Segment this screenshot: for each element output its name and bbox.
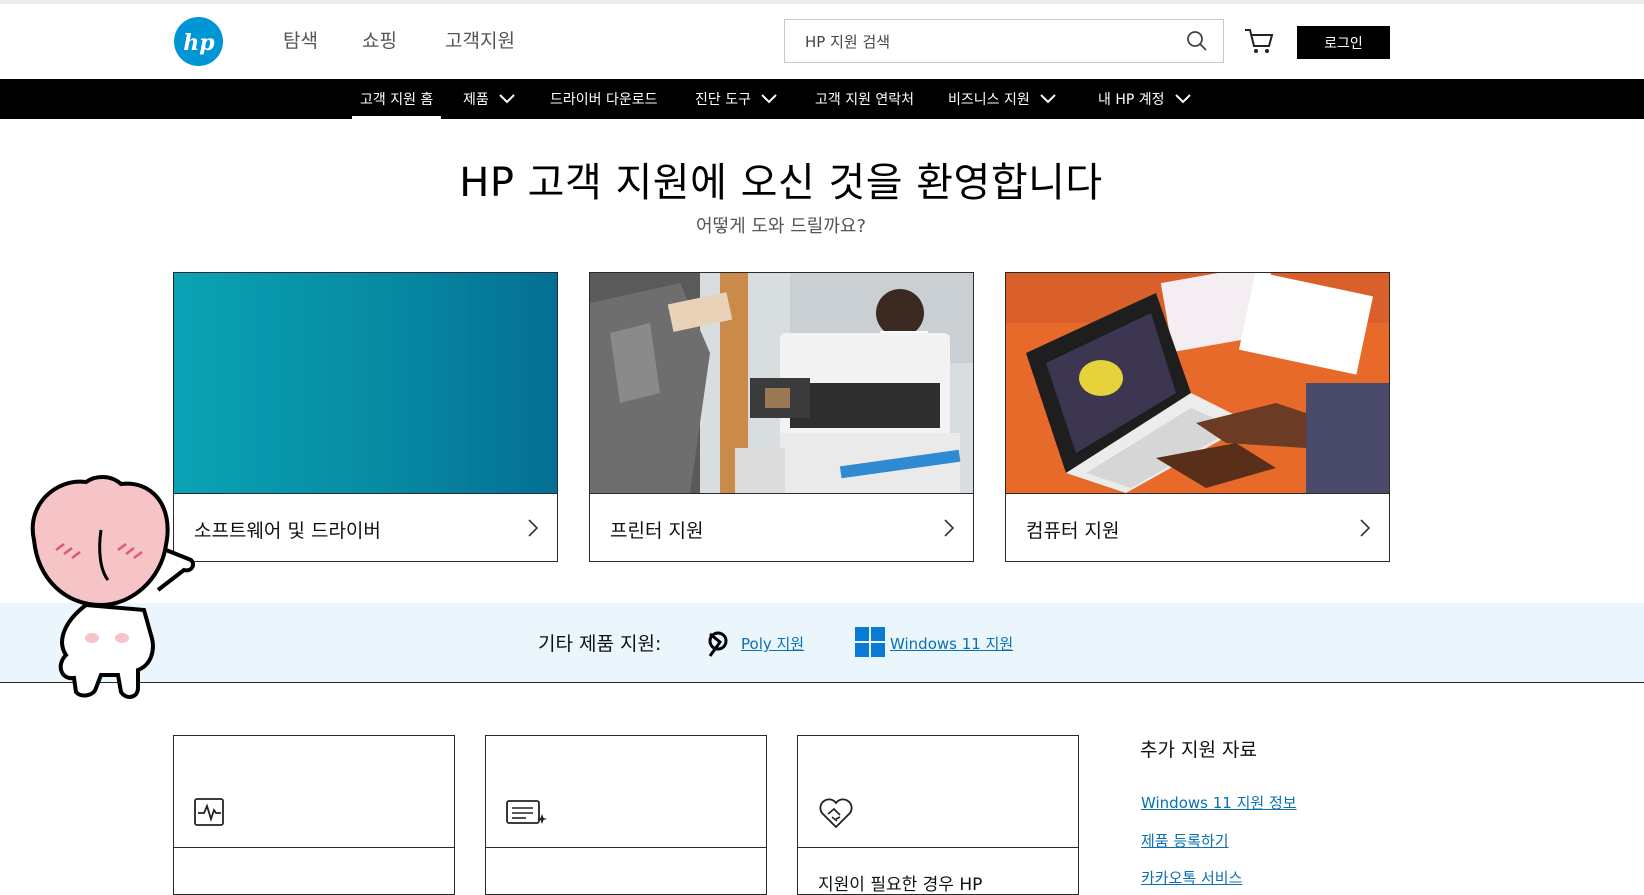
windows11-info-link[interactable]: Windows 11 지원 정보 (1141, 792, 1297, 813)
hp-logo[interactable]: hp (174, 17, 223, 66)
windows-icon (855, 627, 885, 661)
poly-icon (706, 628, 734, 662)
subnav-support-home[interactable]: 고객 지원 홈 (352, 79, 442, 119)
chevron-down-icon (1040, 94, 1056, 104)
heart-handshake-icon (818, 798, 854, 834)
cart-icon[interactable] (1243, 26, 1275, 60)
search-icon[interactable] (1185, 29, 1209, 57)
card-label: 소프트웨어 및 드라이버 (194, 520, 381, 542)
page-title: HP 고객 지원에 오신 것을 환영합니다 (459, 160, 1103, 206)
product-registration-link[interactable]: 제품 등록하기 (1141, 830, 1229, 851)
additional-resources-title: 추가 지원 자료 (1140, 739, 1257, 761)
svg-text:hp: hp (183, 30, 215, 56)
subnav-my-account[interactable]: 내 HP 계정 (1098, 79, 1191, 119)
card-footer: 프린터 지원 (590, 493, 973, 561)
top-border (0, 0, 1644, 4)
tile-text: 지원이 필요한 경우 HP (818, 875, 983, 895)
hp-logo-mark: hp (183, 30, 215, 56)
subnav-business[interactable]: 비즈니스 지원 (948, 79, 1056, 119)
chevron-down-icon (1174, 94, 1191, 104)
tile-help[interactable]: 지원이 필요한 경우 HP (797, 735, 1079, 895)
card-footer: 컴퓨터 지원 (1006, 493, 1389, 561)
subnav-label: 고객 지원 홈 (360, 92, 434, 108)
kakaotalk-service-link[interactable]: 카카오톡 서비스 (1141, 867, 1242, 888)
subnav-label: 내 HP 계정 (1098, 92, 1165, 108)
tile-diagnostics[interactable] (173, 735, 455, 895)
tile-divider (798, 847, 1078, 848)
subnav-products[interactable]: 제품 (463, 79, 515, 119)
card-software-drivers[interactable]: 소프트웨어 및 드라이버 (173, 272, 558, 562)
search-box (784, 19, 1224, 64)
card-footer: 소프트웨어 및 드라이버 (174, 493, 557, 561)
chevron-down-icon (761, 94, 777, 104)
login-button[interactable]: 로그인 (1297, 26, 1390, 59)
subnav-label: 진단 도구 (695, 92, 751, 108)
chevron-right-icon (1360, 519, 1371, 537)
support-nav-bar: 고객 지원 홈 제품 드라이버 다운로드 진단 도구 고객 지원 연락처 비즈니… (0, 79, 1644, 119)
subnav-contact[interactable]: 고객 지원 연락처 (815, 79, 914, 119)
other-product-support: 기타 제품 지원: Poly 지원 Windows 11 지원 (0, 603, 1644, 683)
windows11-support-link[interactable]: Windows 11 지원 (890, 633, 1013, 654)
card-label: 프린터 지원 (610, 520, 704, 542)
peach-mascot-sticker (26, 470, 196, 704)
poly-support-link[interactable]: Poly 지원 (741, 633, 804, 654)
tile-documents[interactable] (485, 735, 767, 895)
subnav-label: 드라이버 다운로드 (550, 92, 658, 108)
subnav-label: 제품 (463, 92, 489, 108)
chevron-down-icon (499, 94, 515, 104)
search-input[interactable] (785, 20, 1187, 64)
tile-divider (486, 847, 766, 848)
nav-support[interactable]: 고객지원 (445, 26, 515, 53)
laptop-photo (1006, 273, 1389, 493)
activity-monitor-icon (194, 798, 226, 832)
software-banner-image (174, 273, 557, 493)
other-support-label: 기타 제품 지원: (538, 633, 662, 655)
card-label: 컴퓨터 지원 (1026, 520, 1120, 542)
document-sparkle-icon (506, 798, 548, 832)
chevron-right-icon (528, 519, 539, 537)
subnav-label: 비즈니스 지원 (948, 92, 1030, 108)
subnav-diagnostics[interactable]: 진단 도구 (695, 79, 777, 119)
subnav-driver-download[interactable]: 드라이버 다운로드 (550, 79, 658, 119)
nav-shopping[interactable]: 쇼핑 (362, 26, 397, 53)
card-printer-support[interactable]: 프린터 지원 (589, 272, 974, 562)
tile-divider (174, 847, 454, 848)
subnav-label: 고객 지원 연락처 (815, 92, 915, 108)
card-computer-support[interactable]: 컴퓨터 지원 (1005, 272, 1390, 562)
nav-explore[interactable]: 탐색 (283, 26, 318, 53)
printer-photo (590, 273, 973, 493)
chevron-right-icon (944, 519, 955, 537)
page-subtitle: 어떻게 도와 드릴까요? (695, 216, 867, 237)
